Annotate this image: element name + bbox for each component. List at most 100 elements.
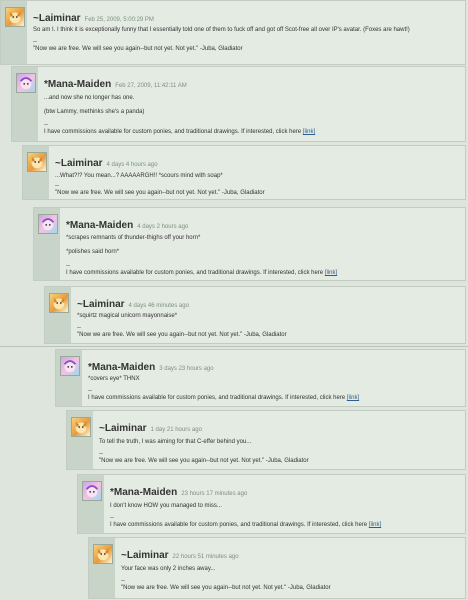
signature-separator: -- xyxy=(88,388,92,394)
comment-header: ~Laiminar 1 day 21 hours ago xyxy=(99,418,202,436)
comment: *Mana-Maiden 4 days 2 hours ago *scrapes … xyxy=(33,207,466,281)
avatar[interactable] xyxy=(82,481,102,501)
timestamp[interactable]: Feb 25, 2009, 5:00:29 PM xyxy=(85,17,154,23)
comment: ~Laiminar 4 days 46 minutes ago *squirtz … xyxy=(44,286,466,344)
avatar-column xyxy=(12,67,38,141)
signature-separator: -- xyxy=(121,578,125,584)
avatar-column xyxy=(45,287,71,343)
pony-avatar-icon xyxy=(85,485,99,498)
comment: ~Laiminar Feb 25, 2009, 5:00:29 PM So am … xyxy=(0,0,466,65)
signature-text: I have commissions available for custom … xyxy=(110,522,368,528)
username[interactable]: *Mana-Maiden xyxy=(88,362,155,373)
avatar-column xyxy=(1,1,27,64)
signature: I have commissions available for custom … xyxy=(66,270,337,276)
signature-separator: -- xyxy=(44,122,48,128)
comment-thread: ~Laiminar Feb 25, 2009, 5:00:29 PM So am … xyxy=(0,0,468,600)
fox-avatar-icon xyxy=(31,156,43,169)
comment-text: ...and now she no longer has one. xyxy=(44,95,135,101)
username[interactable]: ~Laiminar xyxy=(33,13,81,24)
pony-avatar-icon xyxy=(41,218,55,231)
avatar[interactable] xyxy=(27,152,47,172)
signature-text: I have commissions available for custom … xyxy=(88,395,346,401)
avatar[interactable] xyxy=(49,293,69,313)
commission-link[interactable]: [link] xyxy=(347,395,359,401)
fox-avatar-icon xyxy=(53,297,65,310)
comment-text: To tell the truth, I was aiming for that… xyxy=(99,439,252,445)
comment: *Mana-Maiden 3 days 23 hours ago *covers … xyxy=(55,349,466,407)
comment-text: *scrapes remnants of thunder-thighs off … xyxy=(66,235,201,241)
timestamp[interactable]: 22 hours 51 minutes ago xyxy=(173,554,239,560)
signature: "Now we are free. We will see you again-… xyxy=(77,332,287,338)
pony-avatar-icon xyxy=(19,77,33,90)
comment-header: ~Laiminar 4 days 4 hours ago xyxy=(55,153,158,171)
signature: I have commissions available for custom … xyxy=(44,129,315,135)
signature: I have commissions available for custom … xyxy=(110,522,381,528)
comment-text: *polishes said horn* xyxy=(66,249,120,255)
fox-avatar-icon xyxy=(9,11,21,24)
username[interactable]: ~Laiminar xyxy=(55,158,103,169)
timestamp[interactable]: 3 days 23 hours ago xyxy=(159,366,213,372)
signature: "Now we are free. We will see you again-… xyxy=(55,190,265,196)
comment-header: ~Laiminar Feb 25, 2009, 5:00:29 PM xyxy=(33,8,154,26)
comment-header: ~Laiminar 22 hours 51 minutes ago xyxy=(121,545,239,563)
avatar-column xyxy=(67,411,93,469)
comment-text: ...What?!? You mean...? AAAAARGH!! *scou… xyxy=(55,173,223,179)
avatar[interactable] xyxy=(5,7,25,27)
pony-avatar-icon xyxy=(63,360,77,373)
comment: *Mana-Maiden 23 hours 17 minutes ago I do… xyxy=(77,474,466,534)
username[interactable]: ~Laiminar xyxy=(99,423,147,434)
signature-text: I have commissions available for custom … xyxy=(66,270,324,276)
comment-header: *Mana-Maiden 23 hours 17 minutes ago xyxy=(110,482,247,500)
avatar-column xyxy=(89,538,115,598)
signature-text: I have commissions available for custom … xyxy=(44,129,302,135)
comment: *Mana-Maiden Feb 27, 2009, 11:42:11 AM ..… xyxy=(11,66,466,142)
divider xyxy=(0,346,468,347)
commission-link[interactable]: [link] xyxy=(303,129,315,135)
avatar[interactable] xyxy=(38,214,58,234)
avatar[interactable] xyxy=(93,544,113,564)
signature-separator: -- xyxy=(110,515,114,521)
signature-separator: -- xyxy=(99,451,103,457)
username[interactable]: *Mana-Maiden xyxy=(110,487,177,498)
signature: "Now we are free. We will see you again-… xyxy=(121,585,331,591)
timestamp[interactable]: 4 days 46 minutes ago xyxy=(129,303,189,309)
signature-separator: -- xyxy=(55,183,59,189)
commission-link[interactable]: [link] xyxy=(369,522,381,528)
signature: I have commissions available for custom … xyxy=(88,395,359,401)
avatar[interactable] xyxy=(16,73,36,93)
signature: "Now we are free. We will see you again-… xyxy=(33,46,243,52)
fox-avatar-icon xyxy=(75,421,87,434)
username[interactable]: *Mana-Maiden xyxy=(44,79,111,90)
timestamp[interactable]: 4 days 2 hours ago xyxy=(137,224,188,230)
timestamp[interactable]: 23 hours 17 minutes ago xyxy=(181,491,247,497)
comment-header: ~Laiminar 4 days 46 minutes ago xyxy=(77,294,189,312)
timestamp[interactable]: 4 days 4 hours ago xyxy=(107,162,158,168)
comment-text: I don't know HOW you managed to miss... xyxy=(110,503,222,509)
fox-avatar-icon xyxy=(97,548,109,561)
avatar-column xyxy=(34,208,60,280)
comment-text: So am I. I think it is exceptionally fun… xyxy=(33,27,410,33)
comment-header: *Mana-Maiden 4 days 2 hours ago xyxy=(66,215,188,233)
timestamp[interactable]: 1 day 21 hours ago xyxy=(151,427,202,433)
signature-separator: -- xyxy=(66,263,70,269)
comment-text: *covers eye* THNX xyxy=(88,376,140,382)
username[interactable]: ~Laiminar xyxy=(77,299,125,310)
avatar[interactable] xyxy=(71,417,91,437)
signature-separator: -- xyxy=(33,39,37,45)
avatar-column xyxy=(56,350,82,406)
comment-header: *Mana-Maiden Feb 27, 2009, 11:42:11 AM xyxy=(44,74,187,92)
signature: "Now we are free. We will see you again-… xyxy=(99,458,309,464)
comment: ~Laiminar 1 day 21 hours ago To tell the … xyxy=(66,410,466,470)
avatar-column xyxy=(23,146,49,199)
commission-link[interactable]: [link] xyxy=(325,270,337,276)
signature-separator: -- xyxy=(77,325,81,331)
comment-text: *squirtz magical unicorn mayonnaise* xyxy=(77,313,178,319)
comment-text: Your face was only 2 inches away... xyxy=(121,566,216,572)
timestamp[interactable]: Feb 27, 2009, 11:42:11 AM xyxy=(115,83,187,89)
comment: ~Laiminar 22 hours 51 minutes ago Your fa… xyxy=(88,537,466,599)
username[interactable]: *Mana-Maiden xyxy=(66,220,133,231)
comment: ~Laiminar 4 days 4 hours ago ...What?!? Y… xyxy=(22,145,466,200)
avatar-column xyxy=(78,475,104,533)
username[interactable]: ~Laiminar xyxy=(121,550,169,561)
avatar[interactable] xyxy=(60,356,80,376)
